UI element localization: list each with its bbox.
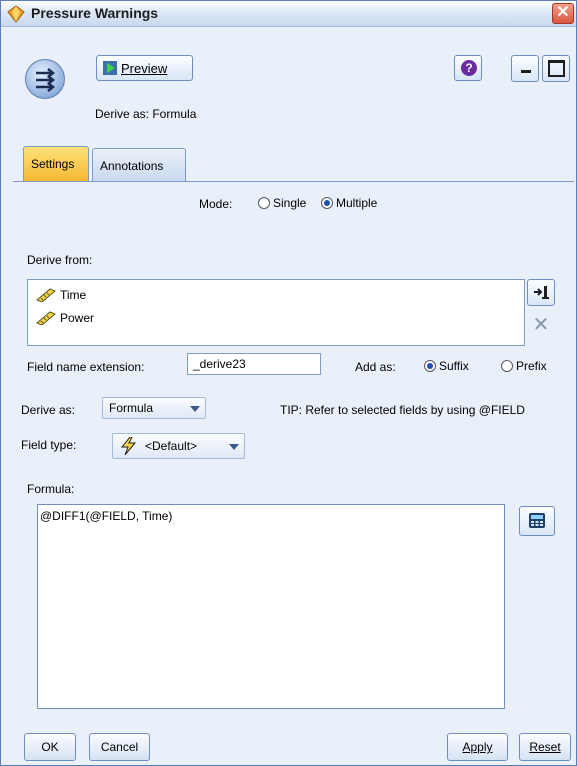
node-diamond-icon (7, 5, 25, 23)
extension-label: Field name extension: (27, 360, 145, 374)
minimize-icon (521, 70, 531, 73)
tab-settings[interactable]: Settings (23, 146, 89, 182)
radio-icon (258, 197, 270, 209)
formula-text: @DIFF1(@FIELD, Time) (40, 509, 173, 523)
close-icon: ✕ (556, 4, 570, 21)
radio-selected-icon (321, 197, 333, 209)
add-as-suffix-radio[interactable]: Suffix (424, 359, 469, 373)
list-item[interactable]: Power (36, 309, 94, 327)
derive-from-label: Derive from: (27, 253, 93, 267)
preview-label: Preview (121, 61, 168, 76)
pick-fields-button[interactable] (527, 279, 555, 306)
field-type-select[interactable]: <Default> (112, 433, 245, 459)
derive-node-icon (25, 59, 65, 99)
field-picker-icon (534, 286, 549, 299)
list-item[interactable]: Time (36, 286, 86, 304)
derive-as-select[interactable]: Formula (102, 397, 206, 419)
chevron-down-icon (190, 406, 200, 412)
prefix-label: Prefix (516, 359, 547, 373)
mode-multiple-label: Multiple (336, 196, 378, 210)
ok-button[interactable]: OK (24, 733, 76, 761)
expression-builder-button[interactable] (519, 506, 555, 536)
ruler-icon (36, 311, 56, 326)
mode-single-radio[interactable]: Single (258, 196, 306, 210)
preview-button[interactable]: Preview (96, 55, 193, 81)
derive-as-caption: Derive as: Formula (95, 107, 197, 121)
tab-strip: Settings Annotations (1, 142, 576, 182)
add-as-prefix-radio[interactable]: Prefix (501, 359, 547, 373)
node-header: Preview ? Derive as: Formula (1, 28, 576, 138)
ruler-icon (36, 288, 56, 303)
help-icon: ? (461, 60, 477, 76)
radio-icon (501, 360, 513, 372)
reset-button[interactable]: Reset (519, 733, 571, 761)
field-type-label: Field type: (21, 438, 77, 452)
calculator-icon (529, 513, 545, 528)
suffix-label: Suffix (439, 359, 469, 373)
arrows-icon (36, 68, 56, 92)
derive-as-label: Derive as: (21, 403, 76, 417)
remove-field-button[interactable]: ✕ (527, 312, 555, 339)
delete-x-icon: ✕ (532, 314, 550, 336)
derive-as-value: Formula (109, 401, 154, 415)
derive-from-list[interactable]: Time Power (27, 279, 525, 346)
chevron-down-icon (229, 444, 239, 450)
mode-multiple-radio[interactable]: Multiple (321, 196, 377, 210)
settings-panel: Mode: Single Multiple Derive from: Time … (13, 181, 574, 726)
mode-single-label: Single (273, 196, 307, 210)
maximize-button[interactable] (542, 55, 570, 82)
play-icon (103, 61, 117, 75)
window-title: Pressure Warnings (31, 5, 159, 21)
field-time-label: Time (60, 288, 87, 302)
mode-label: Mode: (199, 197, 233, 211)
extension-input[interactable]: _derive23 (187, 353, 321, 375)
tab-annotations[interactable]: Annotations (92, 148, 186, 182)
radio-selected-icon (424, 360, 436, 372)
field-type-value: <Default> (145, 439, 198, 453)
lightning-icon (120, 437, 137, 455)
title-bar[interactable]: Pressure Warnings ✕ (1, 1, 576, 27)
close-button[interactable]: ✕ (552, 3, 574, 24)
apply-button[interactable]: Apply (447, 733, 508, 761)
formula-tip: TIP: Refer to selected fields by using @… (280, 403, 525, 417)
help-button[interactable]: ? (454, 55, 482, 81)
cancel-button[interactable]: Cancel (89, 733, 150, 761)
formula-label: Formula: (27, 482, 75, 496)
formula-editor[interactable]: @DIFF1(@FIELD, Time) (37, 504, 505, 709)
dialog-window: Pressure Warnings ✕ Preview ? Derive as:… (0, 0, 577, 766)
maximize-icon (548, 60, 565, 77)
field-power-label: Power (60, 311, 95, 325)
add-as-label: Add as: (355, 360, 396, 374)
minimize-button[interactable] (511, 55, 539, 82)
